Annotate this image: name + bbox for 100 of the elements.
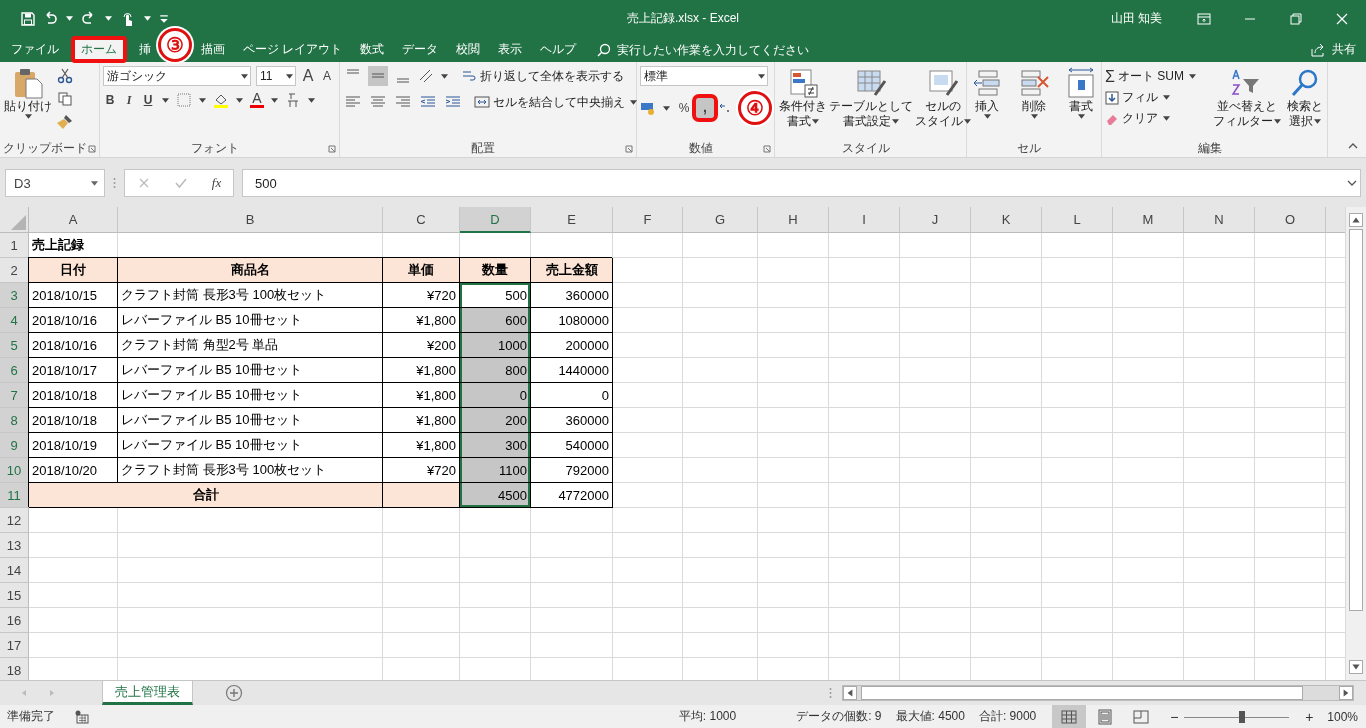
column-header[interactable]: M — [1113, 207, 1184, 233]
zoom-slider[interactable] — [1184, 709, 1290, 724]
column-header[interactable]: L — [1042, 207, 1113, 233]
ribbon-tab[interactable]: ファイル — [2, 37, 68, 62]
column-header[interactable]: O — [1255, 207, 1326, 233]
clear-button[interactable]: クリア — [1105, 110, 1208, 127]
currency-icon[interactable] — [640, 100, 656, 116]
row-header[interactable]: 4 — [0, 308, 29, 333]
caret-icon[interactable] — [758, 73, 765, 79]
zoom-out-button[interactable]: − — [1168, 708, 1181, 725]
ribbon-tab[interactable]: データ — [393, 37, 448, 62]
scroll-up-icon[interactable] — [1349, 213, 1363, 227]
style-button[interactable]: セルの スタイル — [914, 66, 972, 130]
launcher-icon[interactable] — [328, 145, 336, 153]
font-name-dropdown[interactable]: 游ゴシック — [103, 66, 251, 86]
row-header[interactable]: 12 — [0, 508, 29, 533]
scroll-right-icon[interactable] — [1339, 686, 1353, 700]
font-color-button[interactable]: A — [250, 92, 264, 108]
ribbon-tab[interactable]: ホーム — [72, 37, 126, 62]
caret-icon[interactable] — [241, 73, 248, 79]
caret-icon[interactable] — [105, 16, 112, 21]
launcher-icon[interactable] — [625, 145, 633, 153]
sheet-tab[interactable]: 売上管理表 — [102, 681, 193, 705]
ribbon-tab[interactable]: ヘルプ — [531, 37, 586, 62]
save-icon[interactable] — [20, 10, 36, 27]
share-icon[interactable] — [1310, 41, 1326, 58]
user-name[interactable]: 山田 知美 — [1110, 10, 1162, 27]
caret-icon[interactable] — [271, 97, 278, 103]
cells-button[interactable]: 書式 — [1064, 66, 1098, 120]
merge-center-button[interactable]: セルを結合して中央揃え — [474, 93, 639, 111]
phonetic-icon[interactable] — [285, 92, 301, 108]
caret-icon[interactable] — [24, 114, 32, 119]
expand-icon[interactable] — [1347, 178, 1357, 188]
formula-field[interactable]: 500 — [242, 169, 1361, 197]
brush-icon[interactable] — [57, 114, 73, 130]
cells-button[interactable]: 挿入 — [970, 66, 1004, 120]
ribbon-tab[interactable]: 数式 — [351, 37, 394, 62]
scroll-down-icon[interactable] — [1349, 660, 1363, 674]
ribbon-display-icon[interactable] — [1196, 10, 1212, 27]
restore-icon[interactable] — [1288, 10, 1304, 27]
wrap-text-button[interactable]: 折り返して全体を表示する — [461, 67, 624, 85]
launcher-icon[interactable] — [88, 145, 96, 153]
number-format-dropdown[interactable]: 標準 — [640, 66, 768, 86]
shrink-font-button[interactable]: A — [320, 69, 334, 83]
caret-icon[interactable] — [199, 97, 206, 103]
column-header[interactable]: N — [1184, 207, 1255, 233]
row-header[interactable]: 10 — [0, 458, 29, 483]
ribbon-tab[interactable]: 表示 — [489, 37, 532, 62]
column-header[interactable]: F — [613, 207, 683, 233]
row-header[interactable]: 8 — [0, 408, 29, 433]
column-header[interactable]: C — [383, 207, 460, 233]
row-header[interactable]: 15 — [0, 583, 29, 608]
row-header[interactable]: 16 — [0, 608, 29, 633]
sort-filter-button[interactable]: 並べ替えと フィルター — [1212, 66, 1282, 130]
zoom-in-button[interactable]: + — [1303, 708, 1316, 725]
zoom-level[interactable]: 100% — [1327, 709, 1358, 724]
fill-button[interactable]: フィル — [1105, 89, 1208, 106]
scissors-icon[interactable] — [57, 68, 73, 84]
row-header[interactable]: 13 — [0, 533, 29, 558]
ribbon-tab[interactable]: 校閲 — [447, 37, 490, 62]
customize-icon[interactable] — [159, 13, 169, 24]
autosum-button[interactable]: Σ オート SUM — [1105, 68, 1208, 85]
italic-button[interactable]: I — [122, 92, 136, 108]
horizontal-scrollbar[interactable] — [842, 685, 1354, 701]
view-button[interactable] — [1052, 705, 1087, 728]
bold-button[interactable]: B — [103, 93, 117, 107]
row-header[interactable]: 11 — [0, 483, 29, 508]
row-header[interactable]: 9 — [0, 433, 29, 458]
caret-icon[interactable] — [66, 16, 73, 21]
copy-icon[interactable] — [57, 91, 73, 107]
vertical-scrollbar[interactable] — [1345, 207, 1366, 680]
underline-button[interactable]: U — [141, 93, 155, 107]
column-header[interactable]: D — [460, 207, 531, 233]
ribbon-tab[interactable]: 挿 — [130, 37, 160, 62]
column-header[interactable]: K — [971, 207, 1042, 233]
column-header[interactable]: B — [118, 207, 383, 233]
grow-font-button[interactable]: A — [301, 67, 315, 85]
share-button[interactable]: 共有 — [1332, 41, 1356, 58]
row-header[interactable]: 7 — [0, 383, 29, 408]
ribbon-tab[interactable]: 描画 — [192, 37, 234, 62]
column-header[interactable]: G — [683, 207, 758, 233]
collapse-ribbon-icon[interactable] — [1348, 141, 1358, 151]
orientation-icon[interactable] — [418, 68, 434, 84]
row-header[interactable]: 6 — [0, 358, 29, 383]
row-header[interactable]: 3 — [0, 283, 29, 308]
row-header[interactable]: 2 — [0, 258, 29, 283]
ribbon-tab[interactable]: ページ レイアウト — [234, 37, 352, 62]
tell-me-field[interactable]: 実行したい作業を入力してください — [597, 37, 838, 62]
caret-icon[interactable] — [286, 73, 293, 79]
column-header[interactable]: H — [758, 207, 829, 233]
name-box[interactable]: D3 — [5, 169, 105, 197]
cells-button[interactable]: 削除 — [1017, 66, 1051, 120]
caret-icon[interactable] — [236, 97, 243, 103]
row-header[interactable]: 1 — [0, 233, 29, 258]
column-header[interactable]: J — [900, 207, 971, 233]
row-header[interactable]: 14 — [0, 558, 29, 583]
caret-icon[interactable] — [308, 97, 315, 103]
scroll-left-icon[interactable] — [843, 686, 857, 700]
style-button[interactable]: テーブルとして 書式設定 — [828, 66, 914, 130]
add-sheet-icon[interactable] — [225, 684, 243, 702]
